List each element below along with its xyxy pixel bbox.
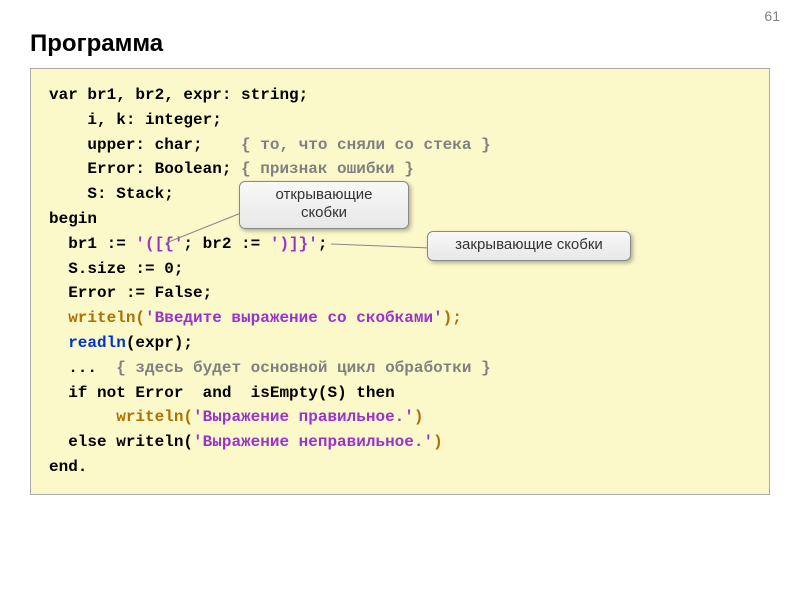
- callout-text: открывающие: [252, 186, 396, 204]
- code-num: 0: [164, 260, 174, 278]
- kw-begin: begin: [49, 210, 97, 228]
- code-text: Error: Boolean;: [49, 160, 241, 178]
- code-string: ')]}': [260, 235, 318, 253]
- code-text: ; br2 :=: [183, 235, 260, 253]
- kw-if: if not: [49, 384, 135, 402]
- code-comment: { признак ошибки }: [241, 160, 414, 178]
- code-block: var br1, br2, expr: string; i, k: intege…: [30, 68, 770, 495]
- code-comment: { то, что сняли со стека }: [241, 136, 491, 154]
- code-stmt: writeln(: [49, 309, 145, 327]
- code-text: i, k: integer;: [49, 111, 222, 129]
- code-text: Error := False;: [49, 284, 212, 302]
- callout-text: скобки: [252, 204, 396, 222]
- code-text: S: Stack;: [49, 185, 174, 203]
- code-text: ;: [174, 260, 184, 278]
- code-stmt: );: [443, 309, 462, 327]
- code-text: br1, br2, expr: string;: [87, 86, 308, 104]
- code-text: upper: char;: [49, 136, 241, 154]
- code-text: ;: [318, 235, 328, 253]
- code-stmt: ): [433, 433, 443, 451]
- kw-and: and isEmpty(S): [183, 384, 356, 402]
- kw-else: else writeln(: [49, 433, 193, 451]
- page-title: Программа: [30, 30, 770, 58]
- callout-closing-brackets: закрывающие скобки: [427, 231, 631, 261]
- code-string: 'Выражение неправильное.': [193, 433, 433, 451]
- kw-end: end.: [49, 458, 87, 476]
- page-number: 61: [764, 8, 780, 24]
- kw-var: var: [49, 86, 87, 104]
- code-stmt: ): [414, 408, 424, 426]
- code-text: S.size :=: [49, 260, 164, 278]
- code-comment: { здесь будет основной цикл обработки }: [116, 359, 490, 377]
- code-text: br1 :=: [49, 235, 126, 253]
- code-string: 'Выражение правильное.': [193, 408, 414, 426]
- code-text: Error: [135, 384, 183, 402]
- kw-then: then: [356, 384, 394, 402]
- callout-text: закрывающие скобки: [455, 236, 603, 253]
- code-text: ...: [49, 359, 116, 377]
- code-string: 'Введите выражение со скобками': [145, 309, 443, 327]
- code-text: (expr);: [126, 334, 193, 352]
- code-stmt: writeln(: [49, 408, 193, 426]
- callout-opening-brackets: открывающие скобки: [239, 181, 409, 229]
- code-string: '([{': [126, 235, 184, 253]
- code-cmd: readln: [49, 334, 126, 352]
